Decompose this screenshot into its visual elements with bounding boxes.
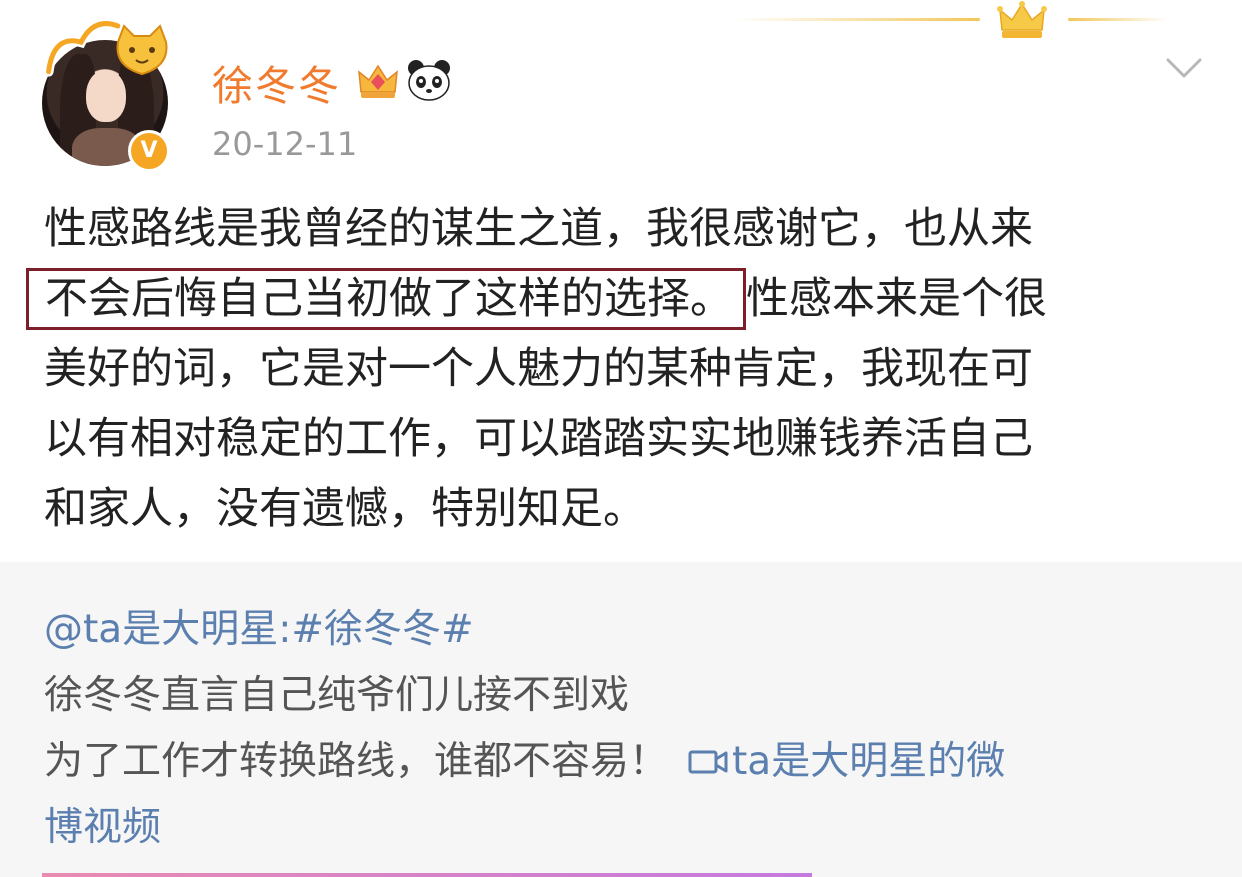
hashtag-link[interactable]: #徐冬冬#	[291, 607, 473, 652]
cat-sticker-icon	[116, 24, 168, 76]
repost-text-line: 为了工作才转换路线，谁都不容易！ ta是大明星的微	[44, 730, 1005, 786]
post-text-line: 美好的词，它是对一个人魅力的某种肯定，我现在可	[44, 344, 1033, 394]
post-text-line: 不会后悔自己当初做了这样的选择。 性感本来是个很	[26, 264, 1214, 334]
repost-user-link[interactable]: @ta是大明星	[44, 607, 278, 652]
panda-icon[interactable]	[406, 58, 452, 102]
post-text: 性感路线是我曾经的谋生之道，我很感谢它，也从来 不会后悔自己当初做了这样的选择。…	[26, 194, 1214, 544]
post-text-line: 以有相对稳定的工作，可以踏踏实实地赚钱养活自己	[44, 414, 1033, 464]
repost-separator: :	[278, 607, 292, 652]
repost-text-line: 徐冬冬直言自己纯爷们儿接不到戏	[44, 673, 630, 718]
weibo-post: V 徐冬冬 20-12-11 性感路线是我曾经的谋生之道，我很感谢它，也从来 不…	[0, 0, 1242, 562]
reposted-content[interactable]: @ta是大明星:#徐冬冬# 徐冬冬直言自己纯爷们儿接不到戏 为了工作才转换路线，…	[0, 562, 1242, 877]
verified-badge: V	[128, 130, 170, 172]
banner-decoration	[735, 18, 980, 21]
vip-crown-icon[interactable]	[357, 58, 399, 102]
post-text-line: 和家人，没有遗憾，特别知足。	[44, 484, 646, 534]
chevron-down-icon[interactable]	[1165, 54, 1203, 82]
banner-decoration	[1068, 18, 1168, 21]
username[interactable]: 徐冬冬	[212, 52, 341, 112]
media-preview-edge	[42, 873, 812, 877]
crown-icon	[997, 1, 1047, 38]
video-link[interactable]: ta是大明星的微	[732, 739, 1005, 784]
video-link[interactable]: 博视频	[44, 796, 161, 852]
post-text-line: 性感路线是我曾经的谋生之道，我很感谢它，也从来	[44, 204, 1033, 254]
highlighted-sentence: 不会后悔自己当初做了这样的选择。	[26, 268, 746, 330]
post-text-segment: 性感本来是个很	[746, 274, 1047, 324]
repost-text-segment: 为了工作才转换路线，谁都不容易！	[44, 739, 669, 784]
repost-header: @ta是大明星:#徐冬冬#	[44, 598, 474, 654]
post-date: 20-12-11	[212, 125, 358, 163]
video-camera-icon[interactable]	[688, 748, 728, 776]
